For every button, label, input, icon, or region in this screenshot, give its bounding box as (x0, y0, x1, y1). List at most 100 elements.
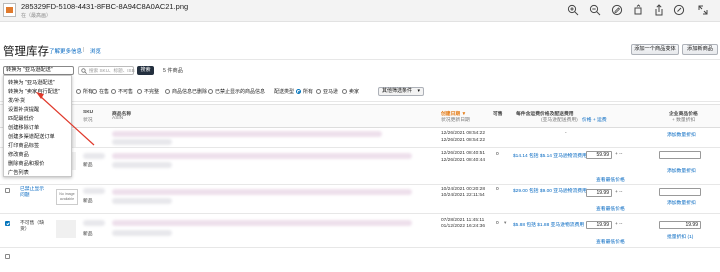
filter-radio-active[interactable] (92, 89, 97, 94)
more-filters-label: 其他筛选条件 (382, 88, 413, 94)
fulfillment-radio-merchant[interactable] (342, 89, 347, 94)
fulfillment-type-label: 配送类型 (274, 89, 295, 95)
menu-item-restock-alert[interactable]: 设置补货提醒 (8, 106, 39, 113)
zoom-out-icon[interactable] (589, 4, 601, 16)
filter-radio-suppressed[interactable] (165, 89, 170, 94)
updated-date: 12/26/2021 08:54:22 (441, 138, 486, 143)
enterprise-price-input[interactable] (659, 151, 701, 159)
column-date-updated: 状况更新日期 (441, 118, 470, 123)
enterprise-price-input[interactable] (659, 188, 701, 196)
available-qty: 0 (496, 187, 499, 192)
fulfillment-radio-all[interactable] (296, 89, 301, 94)
menu-item-convert-fba[interactable]: 转换为 "亚马逊配送" (8, 79, 55, 86)
chevron-down-icon[interactable]: ▾ (504, 221, 506, 226)
enterprise-price-input[interactable]: 19.99 (659, 221, 701, 229)
row-checkbox[interactable] (5, 221, 10, 226)
header-separator: | (83, 47, 85, 53)
filter-radio-all[interactable] (76, 89, 81, 94)
price-input[interactable]: 19.99 (586, 221, 612, 229)
fee-text[interactable]: $14.14 包括 $5.14 亚马逊物流费用 (513, 152, 587, 159)
share-icon[interactable] (653, 4, 665, 16)
view-lowest-price-link[interactable]: 查看最低价格 (596, 205, 625, 212)
result-count: 5 件商品 (163, 68, 183, 74)
add-discount-link[interactable]: 添加数量折扣 (667, 167, 696, 174)
inventory-table-header: 状态 SKU 状况 商品名称 ASIN 创建日期 ▼ 状况更新日期 可售 每件含… (0, 104, 720, 128)
product-title-redacted (112, 131, 382, 137)
file-subtitle: 在（最高画） (21, 13, 52, 19)
view-lowest-price-link[interactable]: 查看最低价格 (596, 238, 625, 245)
fulfillment-radio-amazon[interactable] (316, 89, 321, 94)
markup-pen-icon[interactable] (673, 4, 685, 16)
learn-more-link[interactable]: 了解更多信息 (49, 47, 82, 55)
markup-icon[interactable] (611, 4, 623, 16)
fee-text[interactable]: $29.00 包括 $9.00 亚马逊物流费用 (513, 187, 587, 194)
shipping: + -- (615, 152, 623, 157)
column-price-shipping[interactable]: 价格 + 运费 (582, 116, 607, 123)
search-icon (81, 68, 87, 74)
table-row: 已禁止显示 问题 No image available 新品 10/24/202… (0, 185, 720, 214)
fee-text[interactable]: $5.88 包括 $1.88 亚马逊物流费用 (513, 221, 584, 228)
search-input[interactable]: 搜索 SKU、标题、ISB (78, 66, 135, 75)
menu-item-delete[interactable]: 删除商品和报价 (8, 160, 44, 167)
filter-label-suppressed: 商品信息已删除 (172, 89, 208, 95)
menu-item-create-mcf-order[interactable]: 创建多渠道配送订单 (8, 133, 55, 140)
filter-label-incomplete: 不完整 (144, 89, 160, 95)
divider (0, 101, 720, 102)
menu-item-send-replenish[interactable]: 发/补货 (8, 97, 25, 104)
row-checkbox[interactable] (5, 254, 10, 259)
column-available[interactable]: 可售 (493, 110, 503, 117)
condition: 新品 (83, 199, 93, 204)
add-variation-button[interactable]: 添加一个商品变体 (631, 44, 679, 55)
asin-redacted (112, 230, 172, 236)
sku-redacted (83, 188, 105, 194)
zoom-in-icon[interactable] (567, 4, 579, 16)
table-row: 不可售（缺货） 新品 07/28/2021 11:45:11 01/12/202… (0, 214, 720, 248)
view-link[interactable]: 浏览 (90, 47, 101, 55)
fulfillment-label-merchant: 卖家 (349, 89, 360, 95)
view-lowest-price-link[interactable]: 查看最低价格 (596, 176, 625, 183)
quantity-discount-link[interactable]: 批量折扣 (1) (667, 233, 693, 240)
no-image-placeholder: No image available (56, 189, 78, 205)
created-date: 07/28/2021 11:45:11 (441, 218, 485, 223)
menu-item-convert-mfn[interactable]: 转换为 "卖家自行配送" (8, 88, 60, 95)
menu-item-advertise[interactable]: 广告列表 (8, 169, 29, 176)
sku-redacted (83, 153, 105, 159)
add-product-button[interactable]: 添加新商品 (682, 44, 718, 55)
filter-label-active: 在售 (99, 89, 110, 95)
price-input[interactable]: 59.99 (586, 151, 612, 159)
column-sku[interactable]: SKU (83, 110, 93, 115)
status-badge[interactable]: 已禁止显示 问题 (20, 187, 50, 198)
search-button[interactable]: 搜索 (137, 66, 154, 75)
more-filters-dropdown[interactable]: 其他筛选条件 ▾ (378, 87, 424, 96)
product-title-redacted (112, 189, 412, 195)
filter-radio-blocked[interactable] (208, 89, 213, 94)
filter-label-blocked: 已禁止显示的商品信息 (215, 89, 266, 95)
file-name: 285329FD-5108-4431-8FBC-8A94C8A0AC21.png (21, 2, 189, 11)
product-title-redacted (112, 153, 412, 159)
price-input[interactable]: 19.99 (586, 189, 612, 197)
add-discount-link[interactable]: 添加数量折扣 (667, 131, 696, 138)
shipping: + -- (615, 190, 623, 195)
add-discount-link[interactable]: 添加数量折扣 (667, 199, 696, 206)
column-asin: ASIN (112, 116, 124, 121)
rotate-icon[interactable] (632, 4, 644, 16)
product-title-redacted (112, 220, 412, 226)
asin-redacted (112, 139, 172, 145)
updated-date: 12/26/2021 08:40:44 (441, 158, 486, 163)
menu-item-match-lowest-price[interactable]: 匹配最低价 (8, 115, 34, 122)
available-qty: 0 (496, 152, 499, 157)
product-image (56, 220, 76, 238)
filter-radio-incomplete[interactable] (137, 89, 142, 94)
filter-radio-inactive[interactable] (111, 89, 116, 94)
menu-item-create-removal[interactable]: 创建移除订单 (8, 124, 39, 131)
menu-item-print-labels[interactable]: 打印商品标签 (8, 142, 39, 149)
menu-item-edit[interactable]: 修改商品 (8, 151, 29, 158)
created-date: 12/26/2021 08:40:51 (441, 151, 486, 156)
bulk-action-select[interactable]: 转换为 "亚马逊配送" (3, 66, 74, 75)
row-checkbox[interactable] (5, 188, 10, 193)
column-fba-fee: (亚马逊配送费用) (541, 118, 578, 123)
created-date: 10/24/2021 00:20:28 (441, 187, 486, 192)
fee-text: - (565, 131, 567, 136)
condition: 新品 (83, 232, 93, 237)
expand-icon[interactable] (697, 4, 709, 16)
